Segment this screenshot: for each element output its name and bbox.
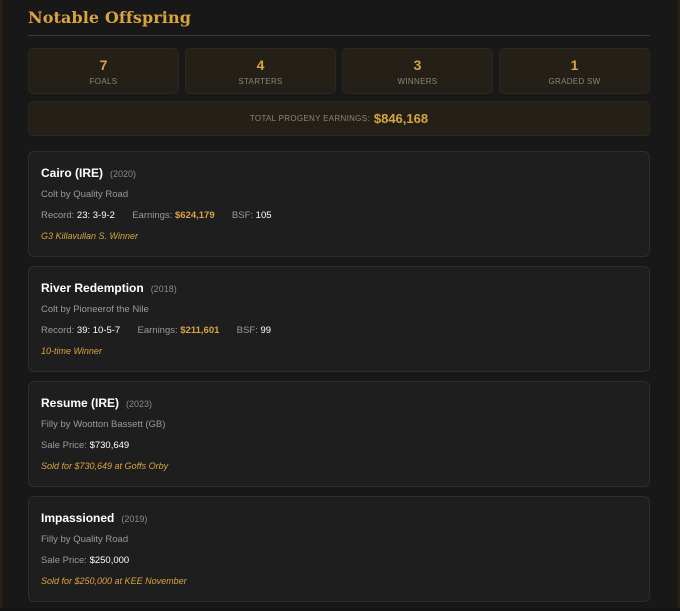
foal-year: (2019) (121, 514, 148, 524)
breeding: Filly by Wootton Bassett (GB) (41, 419, 166, 430)
sale-price-label: Sale Price: (41, 440, 87, 451)
breeding: Filly by Quality Road (41, 534, 129, 545)
stat-label: GRADED SW (548, 76, 601, 86)
foal-year: (2018) (150, 284, 177, 294)
record-label: Record: (41, 210, 75, 221)
card-header: River Redemption (2018) (41, 281, 637, 299)
stat-value: 1 (570, 56, 579, 73)
title-divider (28, 35, 650, 36)
earnings-value: $211,601 (180, 325, 220, 336)
card-header: Cairo (IRE) (2020) (41, 166, 637, 184)
sale-note: Sold for $730,649 at Goffs Orby (41, 461, 169, 471)
foal-year: (2023) (126, 399, 153, 409)
highlight-note: 10-time Winner (41, 346, 102, 356)
earnings-label: Earnings: (137, 325, 178, 336)
sale-price-value: $250,000 (89, 555, 130, 566)
stat-label: WINNERS (397, 76, 438, 86)
horse-name: River Redemption (41, 281, 144, 295)
foal-year: (2020) (110, 169, 137, 179)
race-stats: Record: 23: 3-9-2 Earnings: $624,179 BSF… (41, 210, 637, 224)
horse-name: Cairo (IRE) (41, 166, 104, 180)
offspring-card-resume[interactable]: Resume (IRE) (2023) Filly by Wootton Bas… (28, 381, 650, 487)
stat-value: 3 (413, 56, 422, 73)
section-title: Notable Offspring (28, 8, 191, 27)
horse-name: Impassioned (41, 511, 115, 525)
offspring-card-river-redemption[interactable]: River Redemption (2018) Colt by Pioneero… (28, 266, 650, 372)
breeding: Colt by Pioneerof the Nile (41, 304, 149, 315)
record-value: 23: 3-9-2 (76, 210, 115, 221)
sale-note: Sold for $250,000 at KEE November (41, 576, 187, 586)
stat-graded-sw: 1 GRADED SW (499, 48, 650, 94)
total-earnings-value: $846,168 (373, 111, 429, 126)
earnings-label: Earnings: (132, 210, 173, 221)
breeding: Colt by Quality Road (41, 189, 129, 200)
stat-winners: 3 WINNERS (342, 48, 493, 94)
earnings-value: $624,179 (175, 210, 215, 221)
stats-row: 7 FOALS 4 STARTERS 3 WINNERS 1 GRADED SW (28, 48, 650, 94)
highlight-note: G3 Killavullan S. Winner (41, 231, 138, 241)
record-label: Record: (41, 325, 75, 336)
sale-price-label: Sale Price: (41, 555, 87, 566)
bsf-label: BSF: (236, 325, 258, 336)
bsf-value: 99 (260, 325, 272, 336)
stat-foals: 7 FOALS (28, 48, 179, 94)
horse-name: Resume (IRE) (41, 396, 120, 410)
stat-value: 7 (99, 56, 108, 73)
total-earnings-label: TOTAL PROGENY EARNINGS: (249, 114, 370, 123)
stat-label: FOALS (89, 76, 118, 86)
bsf-label: BSF: (231, 210, 254, 221)
offspring-card-cairo[interactable]: Cairo (IRE) (2020) Colt by Quality Road … (28, 151, 650, 257)
stat-label: STARTERS (238, 76, 283, 86)
bsf-value: 105 (255, 210, 272, 221)
sale-stats: Sale Price: $730,649 (41, 440, 637, 454)
sale-price-value: $730,649 (89, 440, 130, 451)
sale-stats: Sale Price: $250,000 (41, 555, 637, 569)
race-stats: Record: 39: 10-5-7 Earnings: $211,601 BS… (41, 325, 637, 339)
card-header: Resume (IRE) (2023) (41, 396, 637, 414)
total-earnings-bar: TOTAL PROGENY EARNINGS: $846,168 (28, 101, 650, 136)
offspring-card-impassioned[interactable]: Impassioned (2019) Filly by Quality Road… (28, 496, 650, 602)
card-header: Impassioned (2019) (41, 511, 637, 529)
record-value: 39: 10-5-7 (76, 325, 121, 336)
offspring-list: Cairo (IRE) (2020) Colt by Quality Road … (28, 151, 650, 611)
stat-starters: 4 STARTERS (185, 48, 336, 94)
stat-value: 4 (256, 56, 265, 73)
